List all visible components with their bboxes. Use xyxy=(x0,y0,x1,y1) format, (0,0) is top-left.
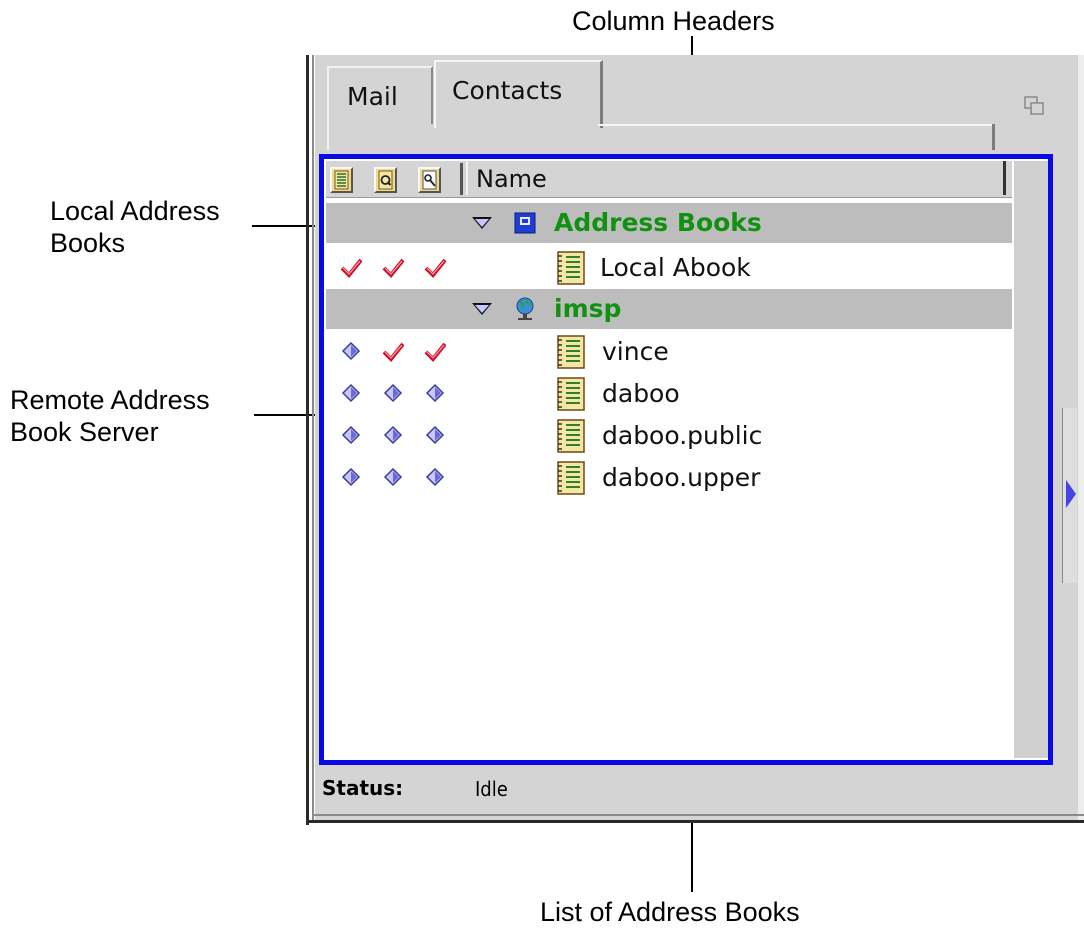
window-bottom-edge xyxy=(306,820,1084,823)
group-label: imsp xyxy=(554,294,622,323)
list-item-local-abook[interactable]: Local Abook xyxy=(326,247,1012,287)
checkmark-icon[interactable] xyxy=(382,340,404,362)
local-disk-icon xyxy=(514,212,536,234)
tab-contacts[interactable]: Contacts xyxy=(434,60,603,128)
list-scrollbar[interactable] xyxy=(1014,161,1048,758)
window-right-edge xyxy=(1078,55,1084,820)
checkmark-icon[interactable] xyxy=(340,256,362,278)
search-book-icon[interactable] xyxy=(374,167,397,193)
callout-remote-server-2: Book Server xyxy=(10,417,159,447)
diamond-icon[interactable] xyxy=(382,424,404,446)
tab-mail[interactable]: Mail xyxy=(327,66,433,124)
diamond-icon[interactable] xyxy=(340,466,362,488)
group-row-address-books[interactable]: Address Books xyxy=(326,203,1012,243)
detach-window-icon[interactable] xyxy=(1024,96,1044,116)
name-column-label: Name xyxy=(476,165,547,193)
address-book-icon xyxy=(557,461,585,495)
address-book-icon xyxy=(557,419,585,453)
name-column-header[interactable]: Name xyxy=(466,161,1006,195)
status-bar: Status: Idle xyxy=(319,770,1059,806)
address-book-icon xyxy=(557,335,585,369)
status-label: Status: xyxy=(322,776,404,800)
address-book-name: daboo xyxy=(602,379,680,408)
diamond-icon[interactable] xyxy=(424,382,446,404)
open-book-icon[interactable] xyxy=(330,167,353,193)
triangle-fill xyxy=(475,305,489,313)
diamond-icon[interactable] xyxy=(424,466,446,488)
checkmark-icon[interactable] xyxy=(424,340,446,362)
address-book-icon xyxy=(557,251,585,285)
address-book-name: vince xyxy=(602,337,669,366)
globe-server-icon xyxy=(516,297,534,320)
diamond-icon[interactable] xyxy=(382,466,404,488)
window-edge xyxy=(306,55,309,825)
header-separator xyxy=(460,163,463,195)
list-item-daboo-public[interactable]: daboo.public xyxy=(326,415,1012,455)
list-item-daboo-upper[interactable]: daboo.upper xyxy=(326,457,1012,497)
callout-local-address-books-1: Local Address xyxy=(50,196,220,226)
address-book-icon xyxy=(557,377,585,411)
diamond-icon[interactable] xyxy=(340,382,362,404)
group-label: Address Books xyxy=(554,208,762,237)
callout-remote-server-1: Remote Address xyxy=(10,385,210,415)
tab-strip-left xyxy=(327,122,329,150)
group-row-imsp[interactable]: imsp xyxy=(326,289,1012,329)
diamond-icon[interactable] xyxy=(340,340,362,362)
status-value: Idle xyxy=(475,777,508,801)
tab-strip-end xyxy=(992,124,995,150)
lookup-book-icon[interactable] xyxy=(418,167,441,193)
diamond-icon[interactable] xyxy=(340,424,362,446)
diamond-icon[interactable] xyxy=(382,382,404,404)
tab-strip xyxy=(598,124,994,126)
triangle-fill xyxy=(475,219,489,227)
address-book-name: daboo.upper xyxy=(602,463,761,492)
callout-list-of-address-books: List of Address Books xyxy=(540,897,800,927)
column-header-row: Name xyxy=(326,161,1012,198)
checkmark-icon[interactable] xyxy=(424,256,446,278)
callout-column-headers: Column Headers xyxy=(572,6,775,36)
list-item-daboo[interactable]: daboo xyxy=(326,373,1012,413)
tab-contacts-label: Contacts xyxy=(452,76,563,105)
list-item-vince[interactable]: vince xyxy=(326,331,1012,371)
checkmark-icon[interactable] xyxy=(382,256,404,278)
address-book-name: Local Abook xyxy=(600,253,751,282)
window-bottom-inner xyxy=(312,814,1084,816)
diamond-icon[interactable] xyxy=(424,424,446,446)
tab-mail-label: Mail xyxy=(347,82,398,111)
callout-local-address-books-2: Books xyxy=(50,228,126,258)
splitter-arrow-icon[interactable] xyxy=(1066,480,1076,508)
window-edge-inner xyxy=(312,55,314,820)
address-book-name: daboo.public xyxy=(602,421,763,450)
address-book-list[interactable]: Name Address Books Local Abook imsp vinc… xyxy=(326,161,1012,758)
